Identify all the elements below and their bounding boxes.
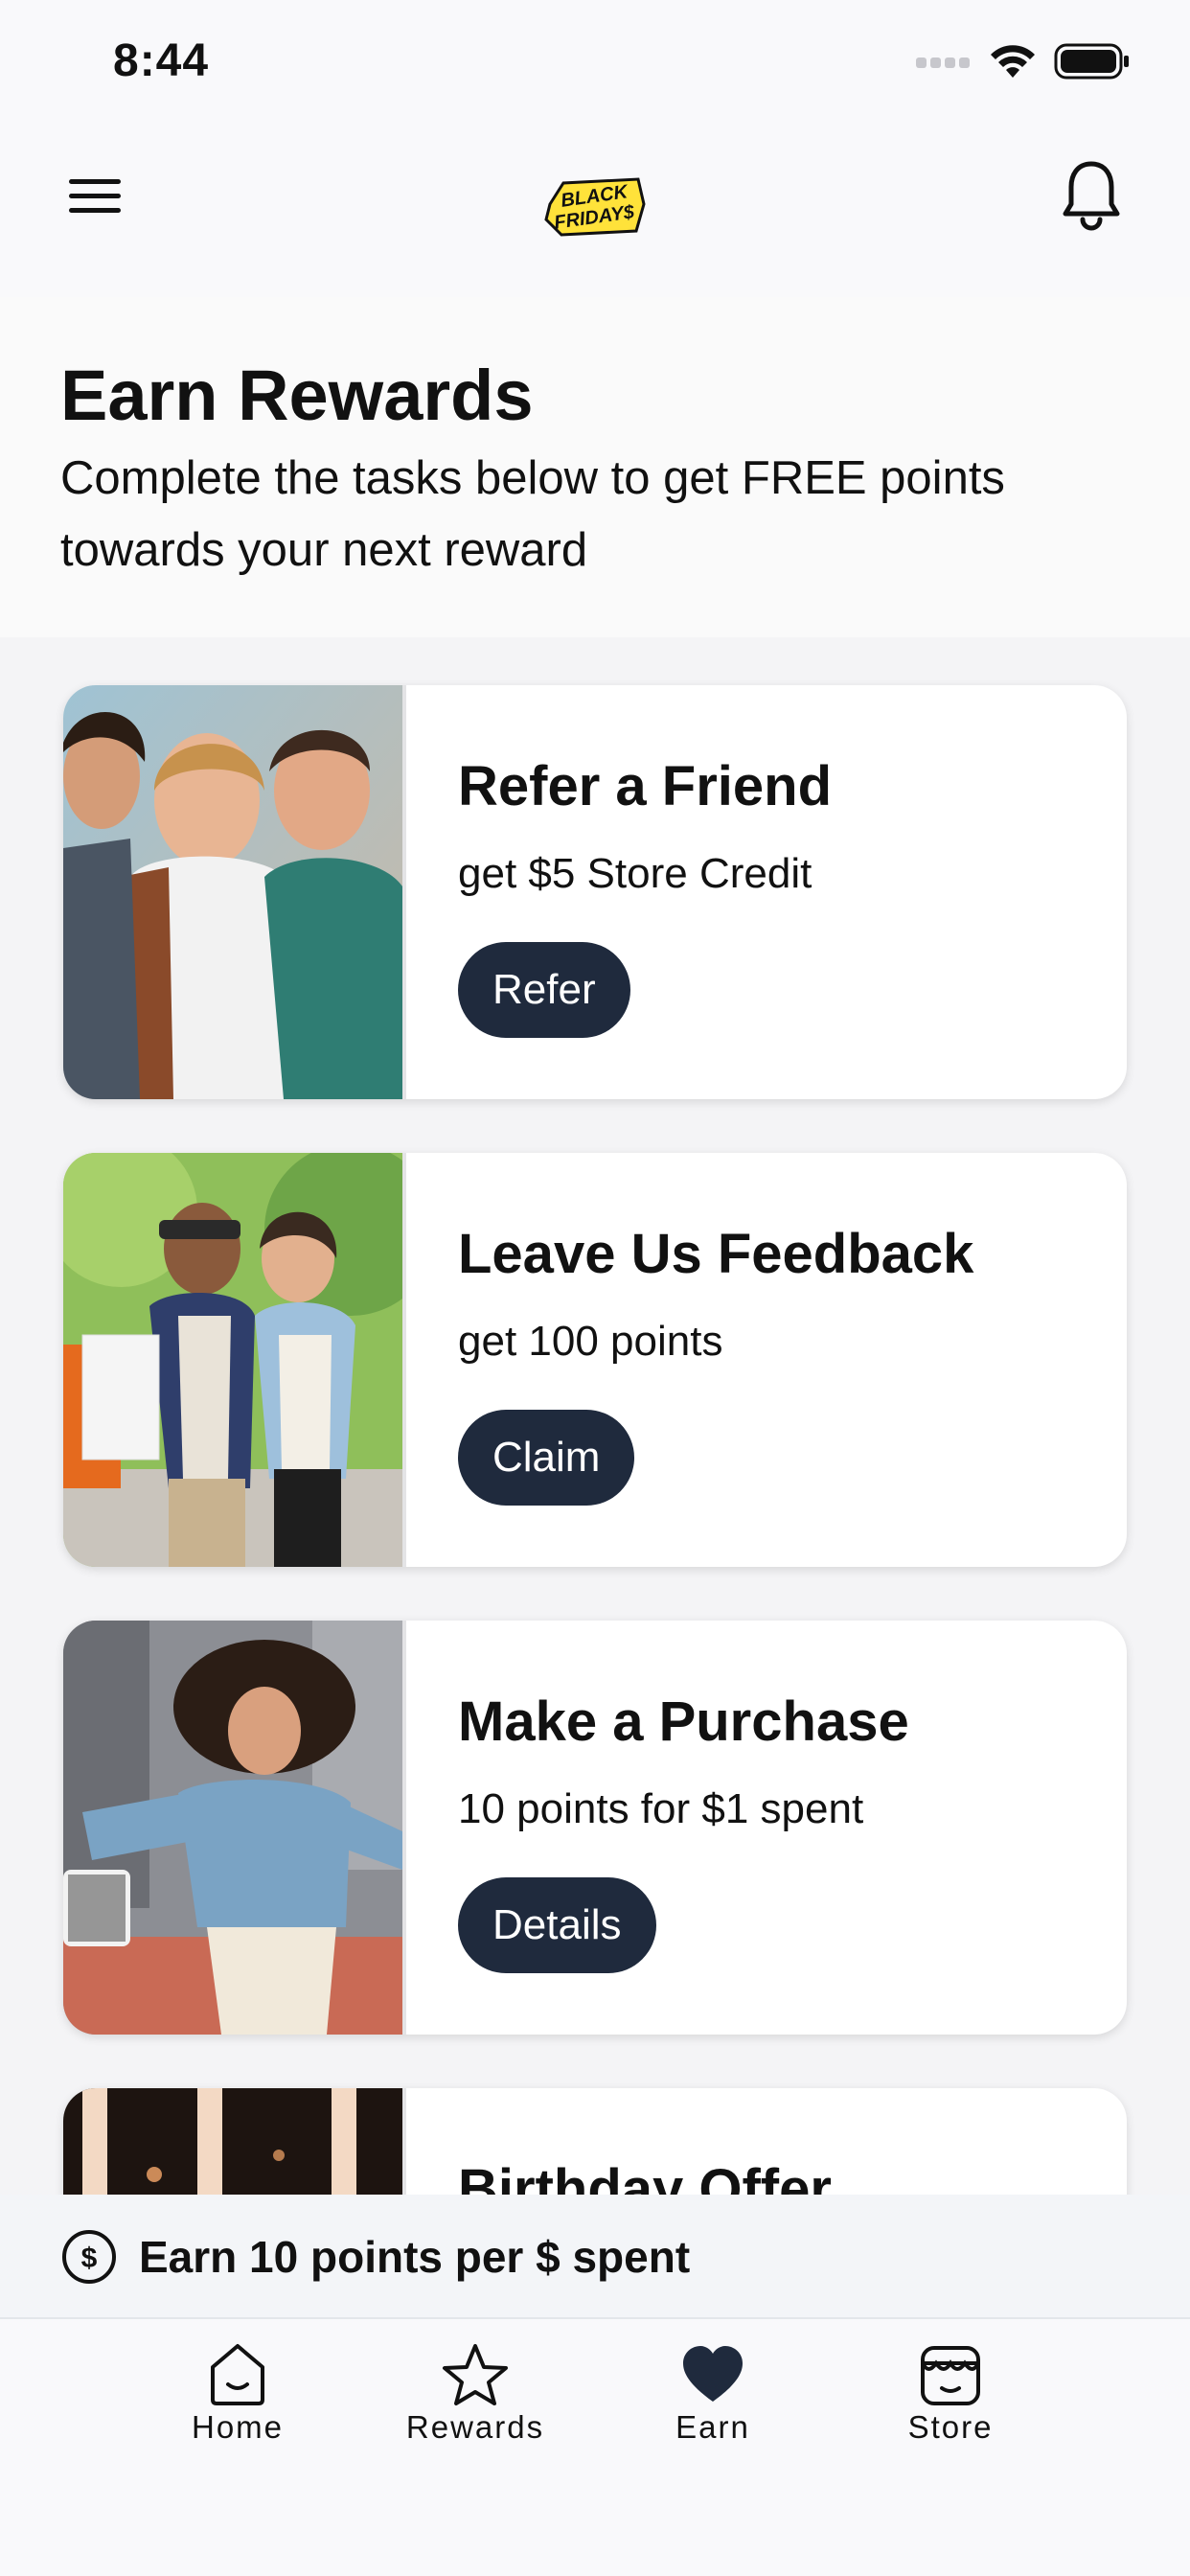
points-banner-text: Earn 10 points per $ spent — [139, 2232, 691, 2282]
jumping-woman-photo — [63, 1621, 406, 2035]
card-title: Leave Us Feedback — [458, 1223, 974, 1285]
card-title: Refer a Friend — [458, 755, 832, 817]
black-friday-logo[interactable]: BLACK FRIDAY$ — [542, 175, 648, 239]
birthday-card[interactable]: Birthday Offer — [63, 2088, 1127, 2195]
hero-section: Earn Rewards Complete the tasks below to… — [0, 297, 1190, 637]
store-icon — [921, 2346, 980, 2405]
cellular-signal-icon — [916, 58, 970, 68]
tab-label: Rewards — [405, 2409, 545, 2445]
notification-bell-icon[interactable] — [1060, 156, 1123, 233]
feedback-card[interactable]: Leave Us Feedback get 100 points Claim — [63, 1153, 1127, 1567]
battery-icon — [1054, 43, 1129, 80]
tab-label: Earn — [675, 2409, 750, 2445]
purchase-card[interactable]: Make a Purchase 10 points for $1 spent D… — [63, 1621, 1127, 2035]
dollar-circle-icon: $ — [62, 2230, 116, 2284]
tab-rewards[interactable]: Rewards — [379, 2342, 571, 2467]
hamburger-menu-icon[interactable] — [67, 168, 125, 225]
friends-laughing-photo — [63, 685, 406, 1099]
tab-earn[interactable]: Earn — [617, 2342, 809, 2467]
star-icon — [443, 2344, 508, 2405]
status-icons — [916, 42, 1131, 80]
shopping-couple-photo — [63, 1153, 406, 1567]
claim-button[interactable]: Claim — [458, 1410, 635, 1506]
heart-icon — [683, 2346, 743, 2402]
refer-button[interactable]: Refer — [458, 942, 630, 1038]
card-description: get $5 Store Credit — [458, 850, 812, 897]
tab-store[interactable]: Store — [855, 2342, 1046, 2467]
points-info-banner[interactable]: $ Earn 10 points per $ spent — [0, 2195, 1190, 2319]
birthday-candles-photo — [63, 2088, 406, 2195]
details-button[interactable]: Details — [458, 1877, 656, 1973]
status-time: 8:44 — [113, 35, 210, 86]
card-title: Birthday Offer — [458, 2158, 832, 2195]
card-description: get 100 points — [458, 1318, 723, 1365]
card-title: Make a Purchase — [458, 1690, 909, 1753]
home-face-icon — [211, 2344, 264, 2405]
page-subtitle: Complete the tasks below to get FREE poi… — [60, 452, 1005, 576]
wifi-icon — [991, 45, 1035, 78]
earn-task-list[interactable]: Refer a Friend get $5 Store Credit Refer… — [0, 637, 1190, 2195]
svg-text:$: $ — [81, 2242, 98, 2274]
refer-friend-card[interactable]: Refer a Friend get $5 Store Credit Refer — [63, 685, 1127, 1099]
bottom-tab-bar: Home Rewards Earn Store — [0, 2319, 1190, 2576]
tab-home[interactable]: Home — [142, 2342, 333, 2467]
status-bar: 8:44 — [0, 0, 1190, 129]
card-description: 10 points for $1 spent — [458, 1785, 864, 1832]
page-title: Earn Rewards — [60, 356, 534, 435]
tab-label: Store — [907, 2409, 994, 2445]
tab-label: Home — [191, 2409, 285, 2445]
app-header: BLACK FRIDAY$ — [0, 129, 1190, 297]
